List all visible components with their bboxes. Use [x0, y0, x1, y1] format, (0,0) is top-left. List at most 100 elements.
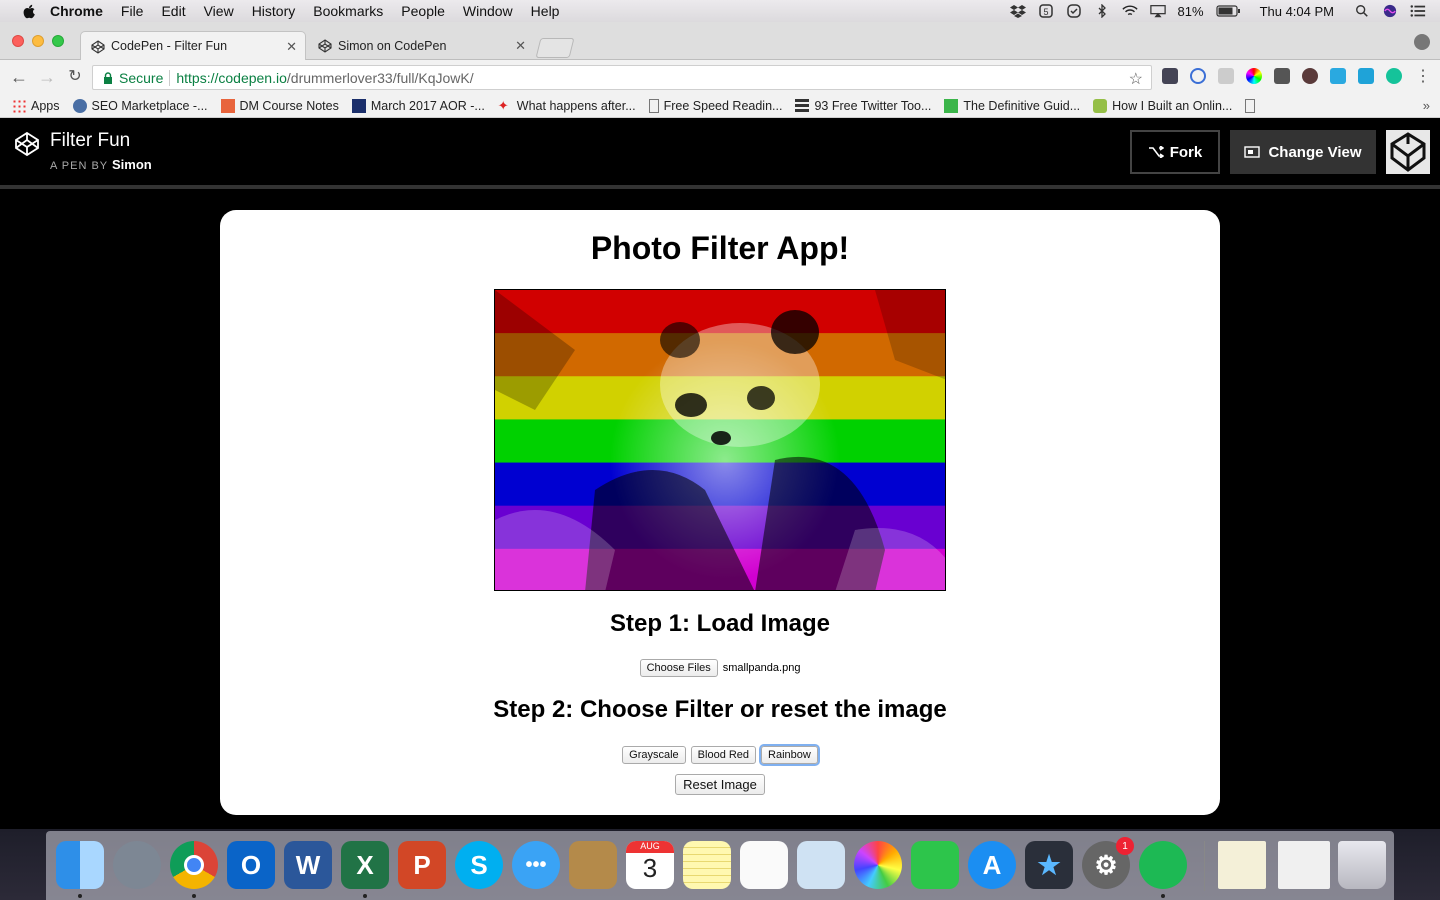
spotify-icon[interactable]	[1139, 841, 1187, 889]
fork-button[interactable]: Fork	[1130, 130, 1220, 174]
rainbow-button[interactable]: Rainbow	[761, 746, 818, 764]
wifi-icon[interactable]	[1121, 4, 1138, 18]
window-minimize-button[interactable]	[32, 35, 44, 47]
k-icon[interactable]	[1302, 68, 1318, 84]
flag-icon	[351, 98, 366, 113]
menu-help[interactable]: Help	[531, 3, 560, 19]
blood-red-button[interactable]: Blood Red	[690, 746, 757, 764]
bookmark-march-aor[interactable]: March 2017 AOR -...	[351, 98, 485, 113]
iq-icon[interactable]	[1330, 68, 1346, 84]
bookmark-blank-page[interactable]	[1245, 98, 1260, 113]
running-indicator	[1161, 894, 1165, 898]
bookmark-built-online[interactable]: How I Built an Onlin...	[1093, 98, 1232, 113]
tab-codepen-filter-fun[interactable]: CodePen - Filter Fun ✕	[80, 31, 306, 60]
menu-edit[interactable]: Edit	[161, 3, 185, 19]
finder-icon[interactable]	[56, 841, 104, 889]
excel-icon[interactable]: X	[341, 841, 389, 889]
bookmark-dm-course-notes[interactable]: DM Course Notes	[220, 98, 339, 113]
trash-icon[interactable]	[1338, 841, 1386, 889]
bookmark-apps[interactable]: Apps	[12, 98, 60, 113]
outlook-icon[interactable]: O	[227, 841, 275, 889]
user-avatar[interactable]	[1386, 130, 1430, 174]
bluetooth-icon[interactable]	[1094, 4, 1110, 18]
battery-icon[interactable]	[1215, 4, 1240, 18]
check-shield-icon[interactable]	[1066, 4, 1082, 18]
spark-icon[interactable]: ★	[1025, 841, 1073, 889]
airplay-icon[interactable]	[1149, 4, 1166, 18]
window-zoom-button[interactable]	[52, 35, 64, 47]
codepen-logo-icon[interactable]	[14, 131, 40, 157]
filtered-photo-canvas	[494, 289, 946, 591]
skype-icon[interactable]: S	[455, 841, 503, 889]
messages-icon[interactable]: •••	[512, 841, 560, 889]
color-wheel-icon[interactable]	[1246, 68, 1262, 84]
tab-title: Simon on CodePen	[338, 38, 447, 53]
tab-simon-on-codepen[interactable]: Simon on CodePen ✕	[308, 31, 534, 60]
menu-history[interactable]: History	[252, 3, 296, 19]
choose-files-button[interactable]: Choose Files	[639, 659, 718, 677]
evernote-icon[interactable]	[1218, 68, 1234, 84]
block-icon[interactable]	[1190, 68, 1206, 84]
reset-image-button[interactable]: Reset Image	[675, 774, 765, 795]
facetime-icon[interactable]	[911, 841, 959, 889]
powerpoint-icon[interactable]: P	[398, 841, 446, 889]
back-arrow-icon[interactable]: ←	[10, 68, 28, 86]
calendar-ext-icon[interactable]	[1358, 68, 1374, 84]
menu-file[interactable]: File	[121, 3, 144, 19]
reload-icon[interactable]: ↻	[66, 68, 84, 86]
minimized-window-thumbnail[interactable]	[1218, 841, 1266, 889]
grayscale-button[interactable]: Grayscale	[622, 746, 686, 764]
macos-menubar: Chrome File Edit View History Bookmarks …	[0, 0, 1440, 22]
bookmark-speed-reading[interactable]: Free Speed Readin...	[648, 98, 782, 113]
new-tab-button[interactable]	[535, 38, 575, 58]
extension-icon[interactable]	[1162, 68, 1178, 84]
contacts-icon[interactable]	[569, 841, 617, 889]
launchpad-icon[interactable]	[113, 841, 161, 889]
bookmark-what-happens[interactable]: ✦ What happens after...	[497, 97, 636, 113]
calendar-icon[interactable]: AUG 3	[626, 841, 674, 889]
chrome-menu-icon[interactable]: ⋮	[1414, 68, 1432, 86]
maple-leaf-icon: ✦	[497, 97, 509, 113]
photos-icon[interactable]	[854, 841, 902, 889]
bookmark-seo-marketplace[interactable]: SEO Marketplace -...	[72, 98, 208, 113]
codepen-icon	[91, 40, 105, 54]
notification-badge: 1	[1116, 837, 1134, 855]
secure-label: Secure	[119, 69, 164, 86]
preview-icon[interactable]	[797, 841, 845, 889]
bookmark-twitter-tools[interactable]: 93 Free Twitter Too...	[795, 98, 931, 113]
window-close-button[interactable]	[12, 35, 24, 47]
five-icon[interactable]: 5	[1038, 4, 1054, 18]
apple-icon[interactable]	[20, 2, 38, 20]
notification-center-icon[interactable]	[1410, 4, 1426, 18]
menu-view[interactable]: View	[204, 3, 234, 19]
step1-heading: Step 1: Load Image	[609, 610, 831, 637]
calendar-day: 3	[642, 853, 658, 883]
profile-icon[interactable]	[1414, 34, 1430, 50]
reminders-icon[interactable]	[740, 841, 788, 889]
pen-author-link[interactable]: Simon	[112, 157, 152, 172]
change-view-button[interactable]: Change View	[1230, 130, 1376, 174]
notes-icon[interactable]	[683, 841, 731, 889]
tab-close-icon[interactable]: ✕	[515, 38, 526, 54]
menubar-status-area: 5 81% Thu 4:04 PM	[1009, 0, 1426, 22]
address-bar[interactable]: Secure https://codepen.io /drummerlover3…	[92, 65, 1152, 90]
forward-arrow-icon[interactable]: →	[38, 68, 56, 86]
grammarly-icon[interactable]	[1386, 68, 1402, 84]
menu-window[interactable]: Window	[463, 3, 513, 19]
chrome-icon[interactable]	[170, 841, 218, 889]
menu-bookmarks[interactable]: Bookmarks	[313, 3, 383, 19]
bookmark-star-icon[interactable]: ☆	[1129, 69, 1143, 89]
menubar-clock[interactable]: Thu 4:04 PM	[1260, 4, 1334, 19]
dropbox-icon[interactable]	[1009, 4, 1026, 18]
siri-icon[interactable]	[1382, 4, 1398, 18]
app-store-icon[interactable]: A	[968, 841, 1016, 889]
bookmarks-overflow-icon[interactable]: »	[1423, 98, 1430, 113]
spotlight-search-icon[interactable]	[1354, 4, 1370, 18]
tab-close-icon[interactable]: ✕	[286, 39, 297, 55]
menu-people[interactable]: People	[401, 3, 445, 19]
word-icon[interactable]: W	[284, 841, 332, 889]
bookmark-definitive-guide[interactable]: The Definitive Guid...	[944, 98, 1080, 113]
menu-app-name[interactable]: Chrome	[50, 3, 103, 19]
gmail-m-icon[interactable]	[1274, 68, 1290, 84]
minimized-window-thumbnail[interactable]	[1278, 841, 1330, 889]
